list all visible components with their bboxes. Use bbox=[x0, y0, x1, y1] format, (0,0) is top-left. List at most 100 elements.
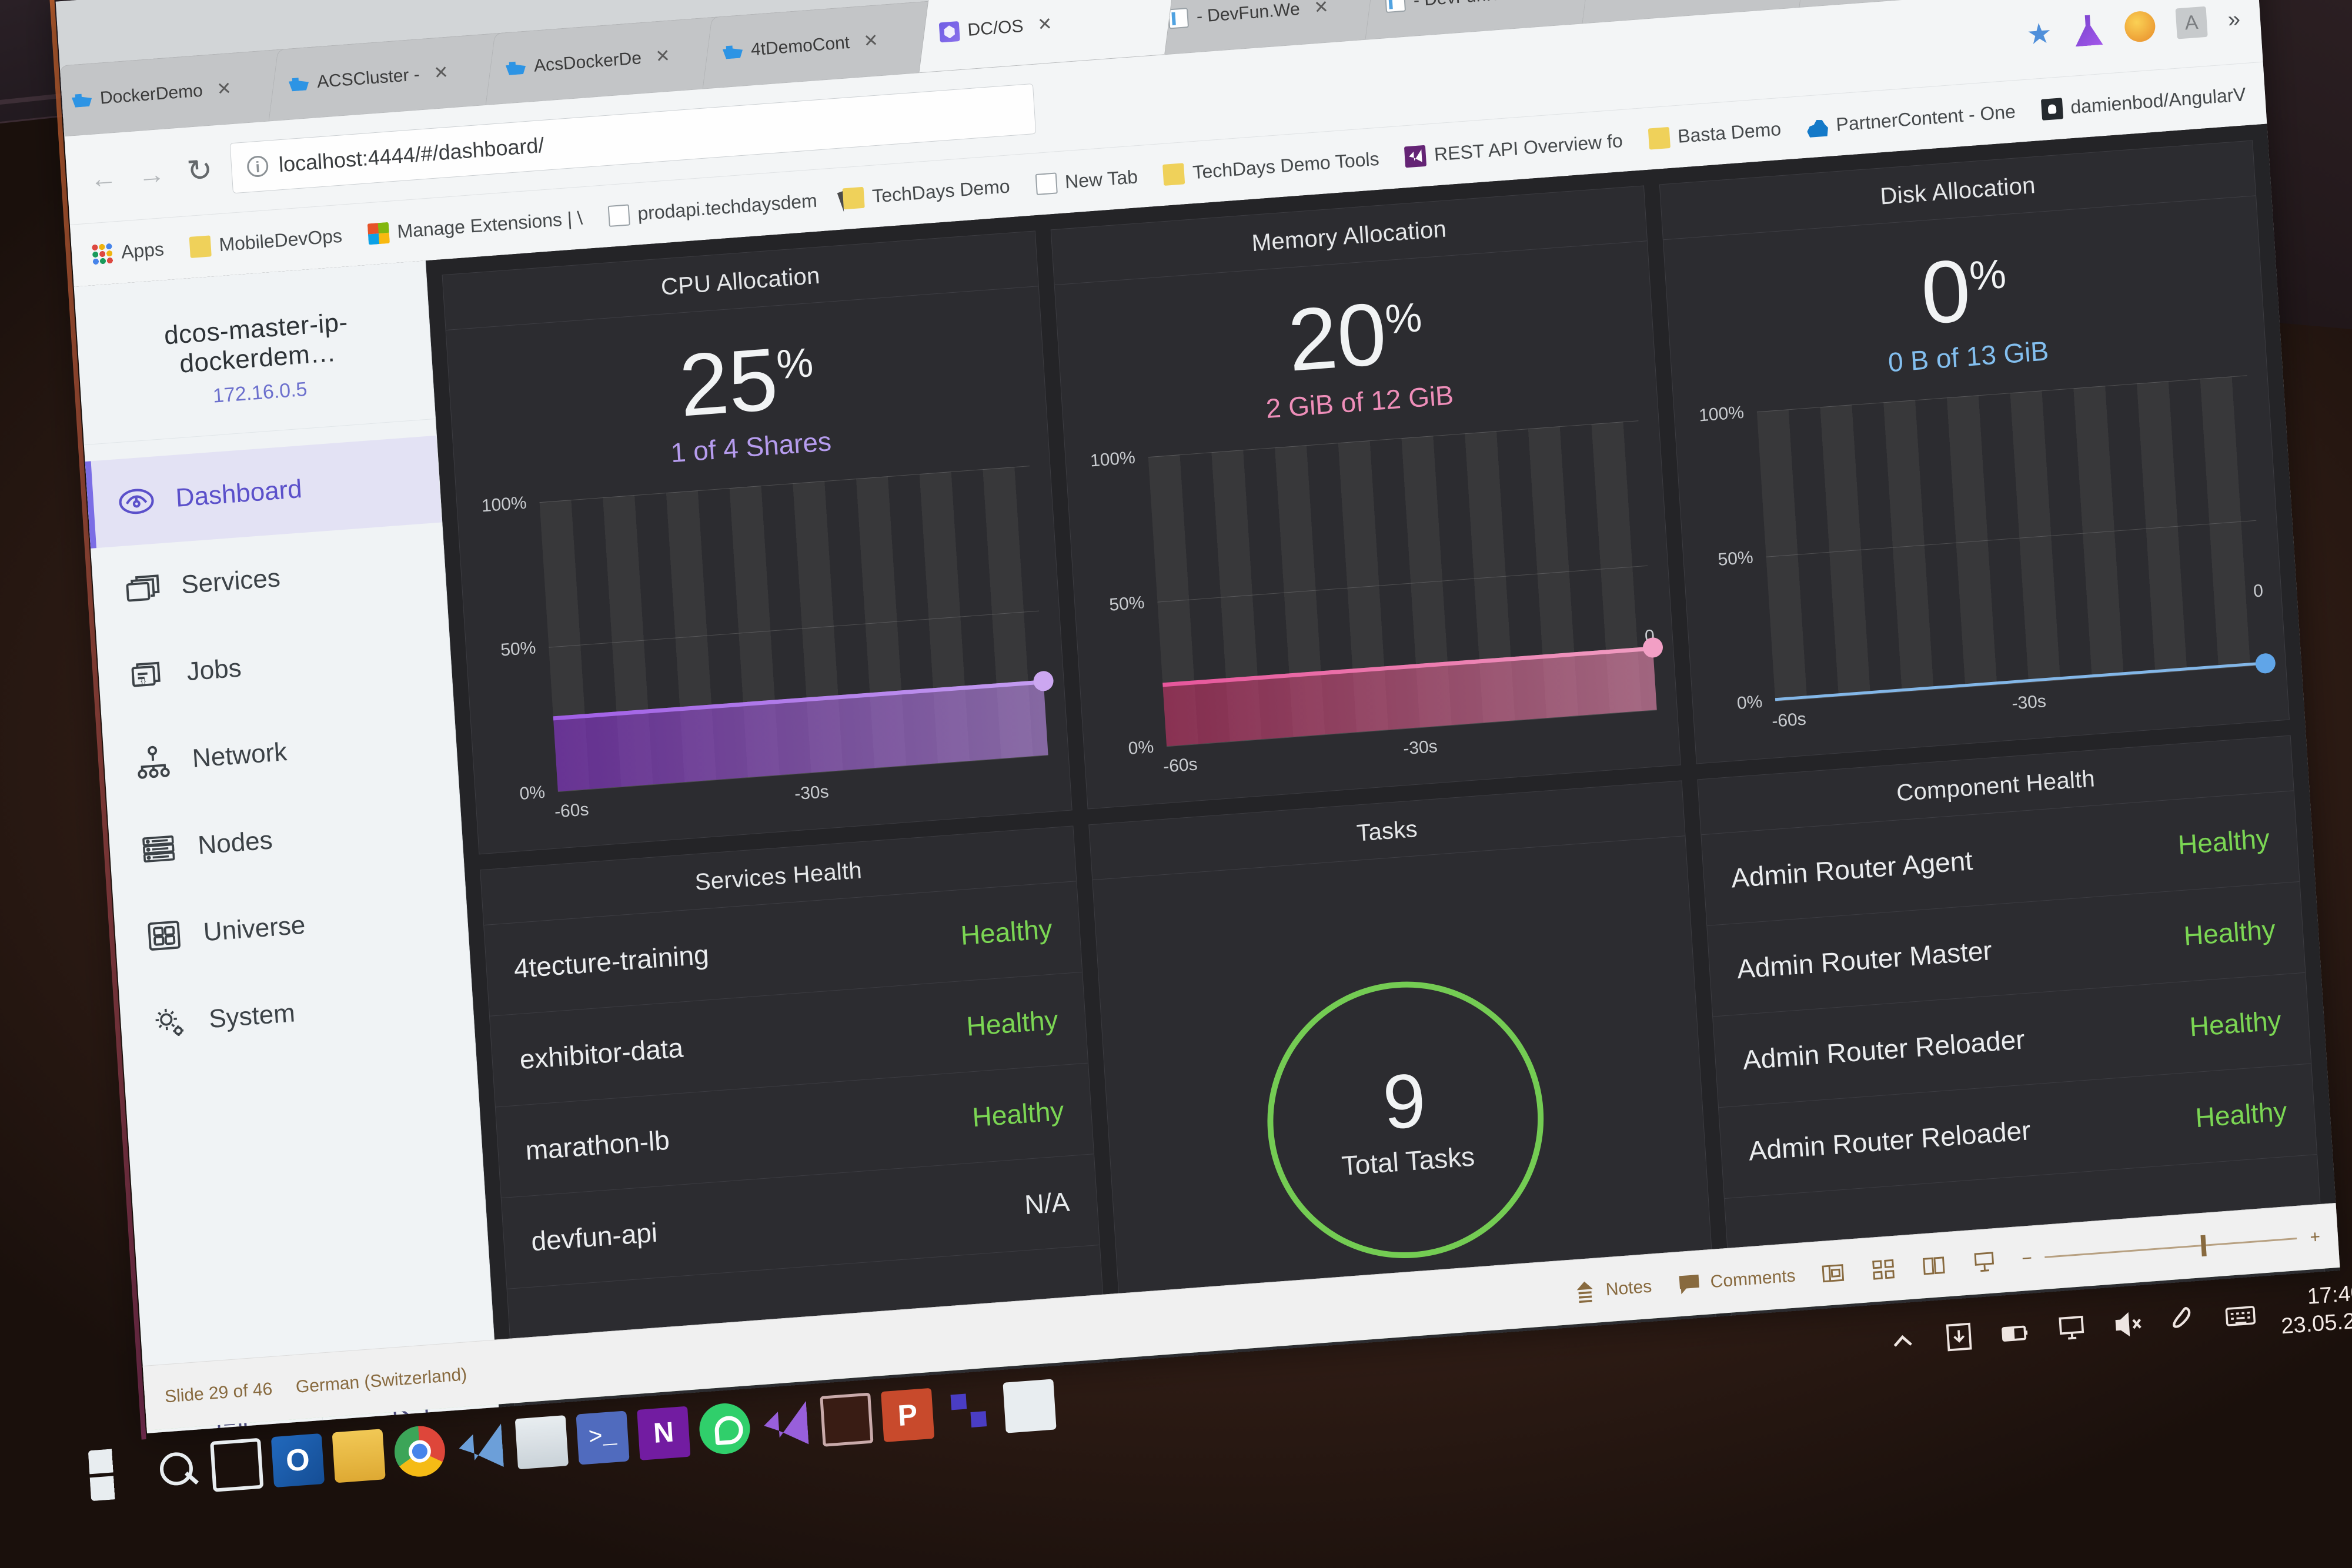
cluster-name: dcos-master-ip-dockerdem… bbox=[163, 307, 349, 379]
close-icon[interactable]: ✕ bbox=[1314, 0, 1329, 18]
bookmark-manage-extensions[interactable]: Manage Extensions | \ bbox=[367, 207, 583, 245]
x-tick-label: -30s bbox=[2011, 691, 2047, 714]
terminal-icon[interactable] bbox=[820, 1392, 874, 1447]
visual-studio-icon[interactable] bbox=[454, 1420, 507, 1474]
y-tick-label: 0% bbox=[519, 782, 546, 804]
panel-memory-allocation: Memory Allocation 20% 2 GiB of 12 GiB 10… bbox=[1050, 185, 1681, 810]
file-explorer-icon[interactable] bbox=[332, 1429, 386, 1483]
network-app-icon[interactable] bbox=[942, 1383, 995, 1437]
keyboard-icon[interactable] bbox=[2223, 1299, 2257, 1334]
powershell-icon[interactable] bbox=[576, 1410, 630, 1465]
search-icon[interactable] bbox=[149, 1442, 202, 1496]
extension-pdf-icon[interactable] bbox=[2175, 6, 2208, 39]
tab-label: DC/OS bbox=[967, 16, 1024, 40]
reading-view-icon[interactable] bbox=[1920, 1252, 1947, 1279]
bookmark-damienbod-angular[interactable]: damienbod/AngularV bbox=[2040, 83, 2247, 121]
y-tick-label: 0% bbox=[1736, 691, 1763, 714]
zoom-out-button[interactable]: − bbox=[2021, 1248, 2033, 1269]
status-badge: Healthy bbox=[965, 1004, 1059, 1042]
microsoft-store-icon[interactable] bbox=[514, 1415, 569, 1470]
extension-flask-icon[interactable] bbox=[2072, 14, 2104, 47]
status-badge: N/A bbox=[1023, 1186, 1071, 1221]
docker-icon bbox=[722, 41, 743, 62]
apps-grid-icon bbox=[91, 242, 114, 265]
bookmark-techdays-demo-tools[interactable]: TechDays Demo Tools bbox=[1162, 148, 1380, 186]
service-name: 4tecture-training bbox=[513, 938, 710, 984]
address-bar-value: localhost:4444/#/dashboard/ bbox=[278, 132, 545, 177]
close-icon[interactable]: ✕ bbox=[1037, 14, 1053, 35]
y-tick-label: 0% bbox=[1127, 737, 1155, 759]
bookmark-techdays-demo[interactable]: TechDays Demo bbox=[842, 175, 1011, 209]
powerpoint-icon[interactable] bbox=[880, 1388, 935, 1443]
bookmark-basta-demo[interactable]: Basta Demo bbox=[1648, 118, 1782, 150]
network-tree-icon bbox=[132, 741, 173, 783]
back-button[interactable]: ← bbox=[86, 161, 121, 195]
microsoft-icon bbox=[367, 222, 390, 245]
pen-icon[interactable] bbox=[2167, 1303, 2201, 1338]
overflow-chevron-icon[interactable]: » bbox=[2227, 6, 2241, 32]
status-badge: Healthy bbox=[2194, 1095, 2288, 1134]
status-badge: Healthy bbox=[2177, 823, 2271, 861]
sidebar-item-label: Dashboard bbox=[175, 474, 303, 513]
folder-icon bbox=[189, 235, 212, 258]
tasks-count: 9 bbox=[1380, 1057, 1428, 1146]
panel-cpu-allocation: CPU Allocation 25% 1 of 4 Shares 100% 50… bbox=[442, 230, 1073, 855]
onenote-icon[interactable] bbox=[637, 1406, 691, 1460]
tab-label: AcsDockerDe bbox=[533, 48, 643, 76]
y-tick-label: 50% bbox=[500, 637, 537, 660]
close-icon[interactable]: ✕ bbox=[433, 62, 449, 84]
extension-orange-icon[interactable] bbox=[2123, 10, 2156, 44]
page-icon bbox=[607, 203, 630, 227]
y-tick-label: 50% bbox=[1717, 547, 1754, 570]
bookmark-partnercontent[interactable]: PartnerContent - One bbox=[1806, 101, 2016, 138]
start-icon[interactable] bbox=[88, 1447, 142, 1502]
chrome-icon[interactable] bbox=[393, 1424, 447, 1479]
component-name: Admin Router Master bbox=[1736, 935, 1993, 985]
cluster-header[interactable]: dcos-master-ip-dockerdem… 172.16.0.5 bbox=[74, 260, 436, 446]
bookmark-rest-api-overview[interactable]: REST API Overview fo bbox=[1404, 130, 1623, 168]
zoom-knob[interactable] bbox=[2200, 1235, 2207, 1257]
bookmark-label: Basta Demo bbox=[1677, 118, 1782, 147]
tab-label: 4tDemoCont bbox=[750, 32, 851, 59]
word-icon[interactable] bbox=[1003, 1379, 1057, 1433]
y-tick-label: 100% bbox=[1090, 447, 1136, 471]
normal-view-icon[interactable] bbox=[1819, 1259, 1847, 1287]
close-icon[interactable]: ✕ bbox=[655, 46, 671, 68]
close-icon[interactable]: ✕ bbox=[1531, 0, 1546, 2]
display-icon[interactable] bbox=[2054, 1311, 2089, 1346]
onedrive-tray-icon[interactable] bbox=[1942, 1319, 1976, 1355]
bookmark-new-tab[interactable]: New Tab bbox=[1035, 166, 1138, 195]
service-name: marathon-lb bbox=[524, 1124, 671, 1166]
bookmark-prodapi[interactable]: prodapi.techdaysdem bbox=[607, 190, 818, 227]
svg-text:{}: {} bbox=[141, 676, 147, 686]
whatsapp-icon[interactable] bbox=[697, 1401, 752, 1456]
percent-sign: % bbox=[1384, 294, 1424, 343]
bookmark-apps[interactable]: Apps bbox=[91, 238, 165, 265]
projected-screen: DockerDemo ✕ ACSCluster - ✕ AcsDockerDe … bbox=[0, 0, 2352, 1538]
bookmark-star-icon[interactable]: ★ bbox=[2026, 16, 2053, 51]
zoom-in-button[interactable]: + bbox=[2309, 1227, 2321, 1248]
service-name: exhibitor-data bbox=[519, 1032, 684, 1075]
outlook-icon[interactable] bbox=[270, 1433, 325, 1488]
folder-icon bbox=[1648, 126, 1671, 150]
site-info-icon[interactable]: i bbox=[246, 155, 269, 178]
battery-icon[interactable] bbox=[1998, 1315, 2033, 1350]
tab-label: ACSCluster - bbox=[316, 64, 420, 92]
bookmark-mobiledevops[interactable]: MobileDevOps bbox=[189, 225, 343, 258]
taskbar-clock[interactable]: 17:40 23.05.2017 bbox=[2278, 1277, 2352, 1341]
forward-button[interactable]: → bbox=[134, 157, 169, 191]
close-icon[interactable]: ✕ bbox=[863, 30, 879, 52]
status-badge: Healthy bbox=[2183, 914, 2277, 951]
task-view-icon[interactable] bbox=[210, 1437, 264, 1492]
show-hidden-icons-chevron[interactable] bbox=[1885, 1323, 1920, 1359]
vscode-icon[interactable] bbox=[759, 1397, 813, 1451]
reload-button[interactable]: ↻ bbox=[182, 152, 218, 189]
tasks-donut: 9 Total Tasks bbox=[1258, 971, 1552, 1268]
job-card-icon: {} bbox=[127, 654, 168, 696]
close-icon[interactable]: ✕ bbox=[216, 78, 232, 100]
tab-label: DockerDemo bbox=[99, 81, 203, 108]
slideshow-icon[interactable] bbox=[1970, 1248, 1998, 1275]
volume-muted-icon[interactable] bbox=[2110, 1307, 2145, 1342]
slide-sorter-icon[interactable] bbox=[1870, 1255, 1897, 1283]
comment-bubble-icon bbox=[1676, 1270, 1703, 1298]
